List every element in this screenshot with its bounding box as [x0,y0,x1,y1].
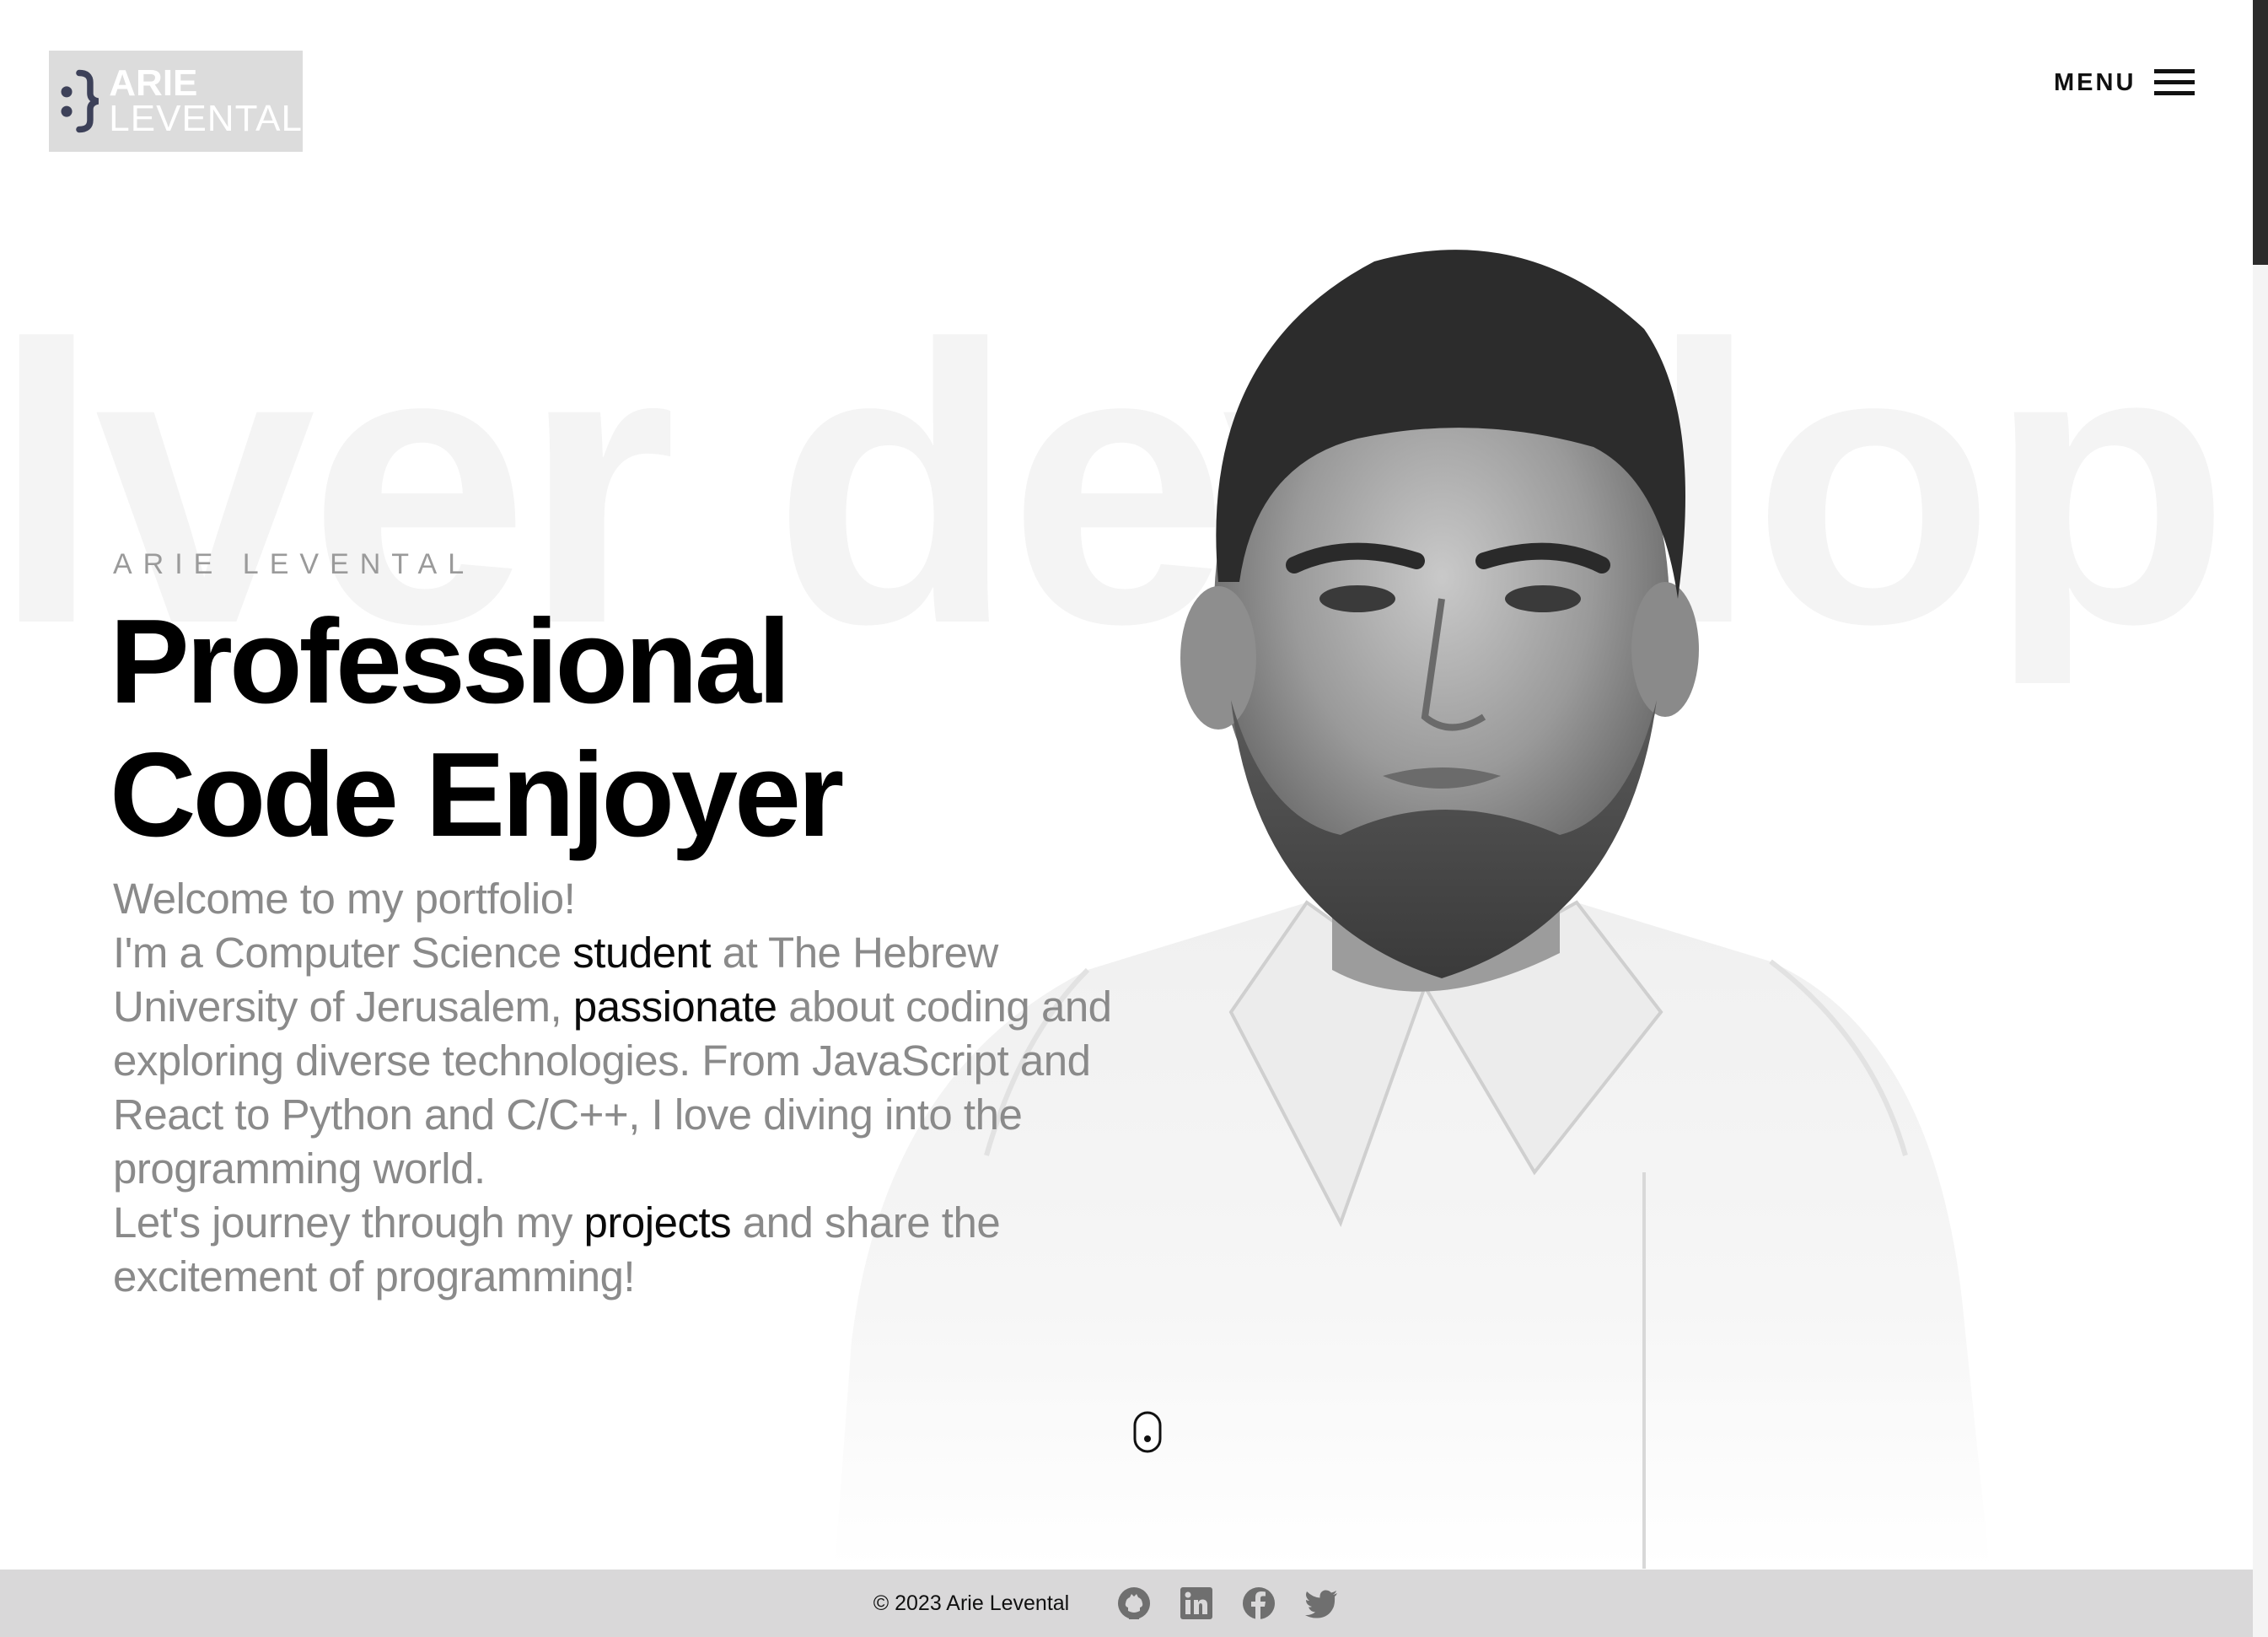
logo-last-name: LEVENTAL [109,98,303,139]
intro-text: Welcome to my portfolio! I'm a Computer … [113,872,1150,1304]
scrollbar-track[interactable] [2253,0,2268,1637]
footer: © 2023 Arie Levental [0,1570,2253,1637]
footer-copyright: © 2023 Arie Levental [873,1591,1070,1615]
social-links [1116,1586,1339,1621]
facebook-link[interactable] [1241,1586,1276,1621]
linkedin-link[interactable] [1179,1586,1214,1621]
scrollbar-thumb[interactable] [2253,0,2268,265]
twitter-icon [1305,1590,1338,1618]
headline-line-2: Code Enjoyer [110,728,844,862]
intro-paragraph-3: Let's journey through my projects and sh… [113,1196,1150,1304]
github-icon [1118,1587,1151,1619]
scroll-mouse-icon[interactable] [1132,1410,1163,1454]
intro-paragraph-2: I'm a Computer Science student at The He… [113,926,1150,1196]
twitter-link[interactable] [1303,1586,1339,1621]
intro-p2-part1: I'm a Computer Science [113,929,573,977]
intro-p3-part1: Let's journey through my [113,1198,584,1247]
highlight-projects[interactable]: projects [584,1198,732,1247]
menu-label: MENU [2054,68,2136,96]
linkedin-icon [1180,1587,1213,1619]
site-logo[interactable]: ARIE LEVENTAL [49,51,303,152]
logo-first-name: ARIE [109,62,198,105]
highlight-student: student [572,929,712,977]
logo-text: ARIE LEVENTAL [109,62,303,139]
headline-line-1: Professional [110,595,791,729]
highlight-passionate: passionate [572,983,777,1031]
hero-kicker: ARIE LEVENTAL [113,548,476,580]
facebook-icon [1243,1587,1276,1619]
hamburger-icon [2154,69,2195,95]
intro-welcome: Welcome to my portfolio! [113,875,576,923]
hero-headline: Professional Code Enjoyer [110,595,844,862]
github-link[interactable] [1116,1586,1152,1621]
logo-brace-icon [61,69,99,133]
page: lver developer ARIE LEVENTAL MENU [0,0,2268,1637]
menu-button[interactable]: MENU [2054,67,2195,98]
